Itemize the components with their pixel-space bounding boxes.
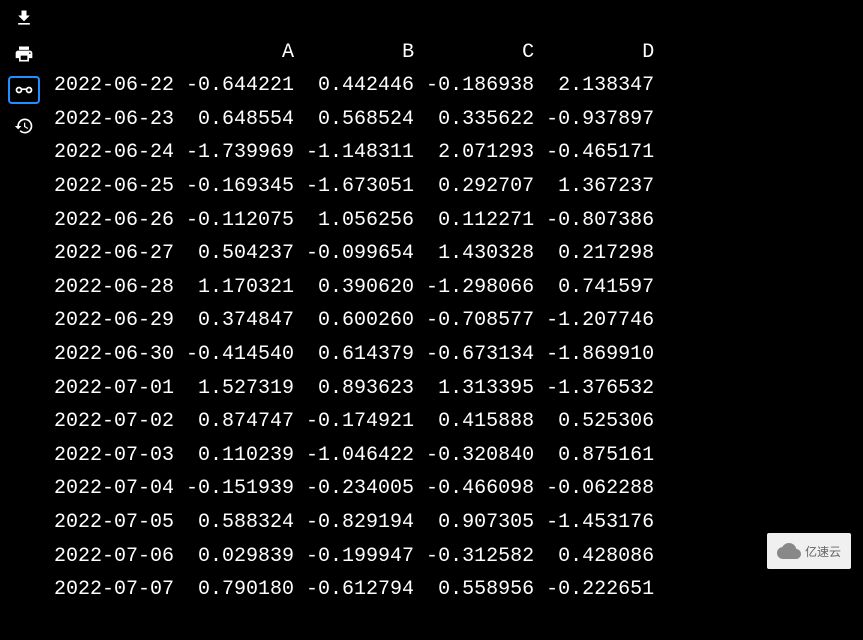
print-icon[interactable]	[8, 40, 40, 68]
history-icon[interactable]	[8, 112, 40, 140]
watermark: 亿速云	[767, 533, 851, 569]
table-row: 2022-07-07 0.790180 -0.612794 0.558956 -…	[54, 573, 863, 607]
table-body: 2022-06-22 -0.644221 0.442446 -0.186938 …	[54, 69, 863, 607]
col-B: B	[402, 41, 414, 64]
table-row: 2022-07-02 0.874747 -0.174921 0.415888 0…	[54, 405, 863, 439]
table-row: 2022-06-24 -1.739969 -1.148311 2.071293 …	[54, 136, 863, 170]
table-row: 2022-06-25 -0.169345 -1.673051 0.292707 …	[54, 170, 863, 204]
watermark-text: 亿速云	[805, 543, 841, 560]
table-row: 2022-07-04 -0.151939 -0.234005 -0.466098…	[54, 472, 863, 506]
table-row: 2022-06-27 0.504237 -0.099654 1.430328 0…	[54, 237, 863, 271]
toolbar	[0, 0, 48, 579]
table-row: 2022-06-23 0.648554 0.568524 0.335622 -0…	[54, 103, 863, 137]
table-row: 2022-06-28 1.170321 0.390620 -1.298066 0…	[54, 271, 863, 305]
table-row: 2022-06-22 -0.644221 0.442446 -0.186938 …	[54, 69, 863, 103]
table-row: 2022-07-05 0.588324 -0.829194 0.907305 -…	[54, 506, 863, 540]
dataframe-output: A B C D2022-06-22 -0.644221 0.442446 -0.…	[48, 0, 863, 579]
table-header: A B C D	[54, 36, 863, 70]
download-icon[interactable]	[8, 4, 40, 32]
table-row: 2022-07-01 1.527319 0.893623 1.313395 -1…	[54, 372, 863, 406]
table-row: 2022-06-30 -0.414540 0.614379 -0.673134 …	[54, 338, 863, 372]
col-A: A	[282, 41, 294, 64]
table-row: 2022-06-26 -0.112075 1.056256 0.112271 -…	[54, 204, 863, 238]
cloud-icon	[777, 539, 801, 563]
col-D: D	[642, 41, 654, 64]
glasses-icon[interactable]	[8, 76, 40, 104]
table-row: 2022-06-29 0.374847 0.600260 -0.708577 -…	[54, 304, 863, 338]
table-row: 2022-07-06 0.029839 -0.199947 -0.312582 …	[54, 540, 863, 574]
table-row: 2022-07-03 0.110239 -1.046422 -0.320840 …	[54, 439, 863, 473]
col-C: C	[522, 41, 534, 64]
